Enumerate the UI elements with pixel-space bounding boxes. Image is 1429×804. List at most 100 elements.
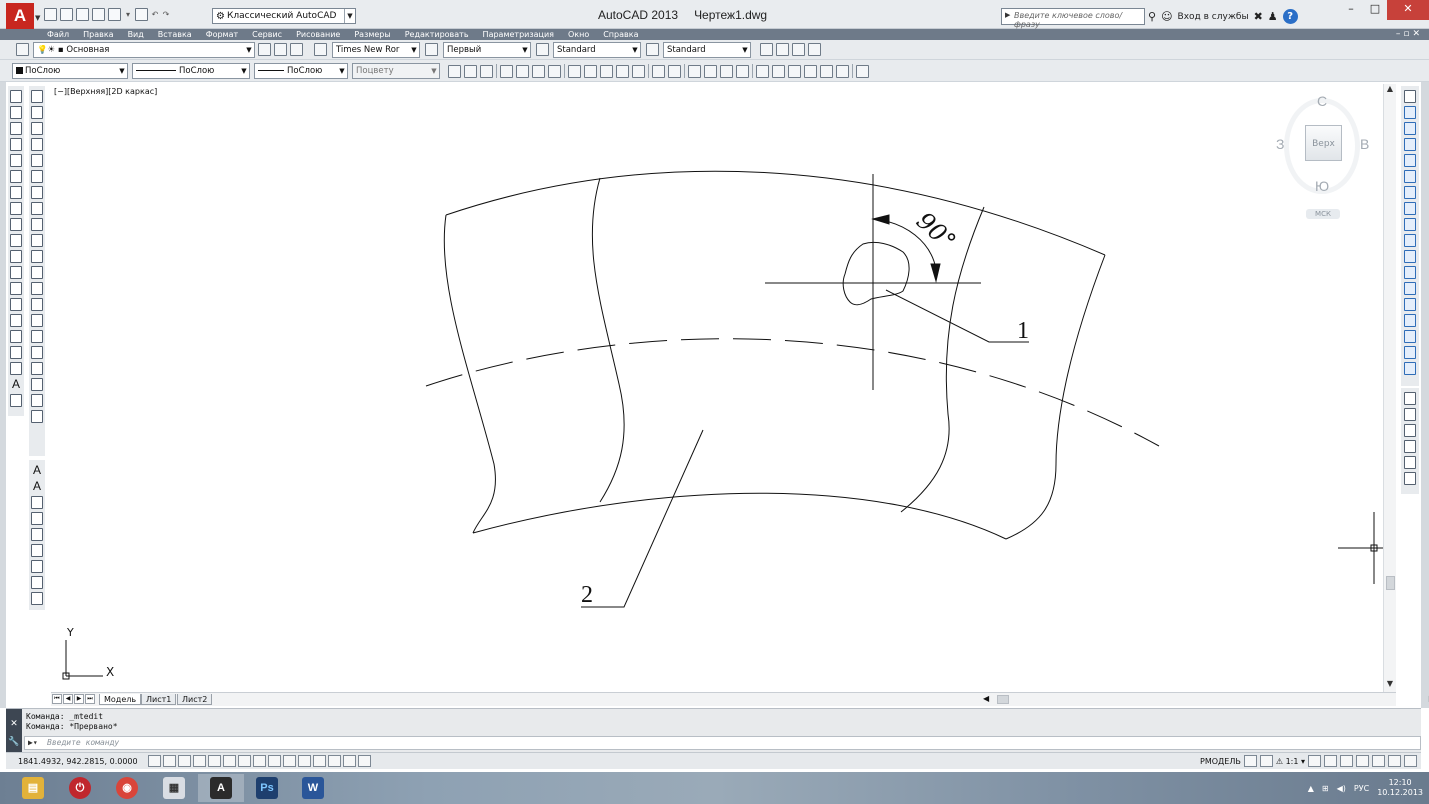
chevron-down-icon[interactable]: ▼ [239, 67, 249, 75]
volume-icon[interactable]: ◀) [1337, 784, 1346, 793]
stretch-icon[interactable] [1404, 218, 1416, 231]
menu-dimension[interactable]: Размеры [354, 29, 390, 40]
menu-format[interactable]: Формат [206, 29, 238, 40]
next-tab-icon[interactable]: ▶ [74, 694, 84, 704]
dimension-break-icon[interactable] [31, 282, 43, 295]
close-button[interactable]: ✕ [1387, 0, 1429, 20]
show-hidden-icons[interactable]: ▲ [1308, 784, 1314, 793]
construction-line-icon[interactable] [10, 106, 22, 119]
blend-curves-icon[interactable] [1404, 346, 1416, 359]
exchange-icon[interactable]: ✖ [1254, 10, 1263, 23]
menu-draw[interactable]: Рисование [296, 29, 340, 40]
multiline-text-icon[interactable]: A [9, 378, 23, 391]
drawing-svg[interactable]: 90° 1 2 Y X [51, 84, 1396, 692]
continue-icon[interactable] [31, 250, 43, 263]
pan-icon[interactable] [688, 64, 701, 78]
add-leader-icon[interactable] [776, 43, 789, 56]
spline-icon[interactable] [10, 218, 22, 231]
binoculars-icon[interactable]: ⚲ [1148, 10, 1156, 23]
transparency-icon[interactable] [313, 755, 326, 767]
quick-view-layouts-icon[interactable] [1243, 755, 1257, 767]
single-line-text-icon[interactable]: A [30, 480, 44, 493]
ordinate-icon[interactable] [31, 138, 43, 151]
multileader-icon[interactable] [760, 43, 773, 56]
publish-icon[interactable] [532, 64, 545, 78]
prev-tab-icon[interactable]: ◀ [63, 694, 73, 704]
application-menu-button[interactable]: A [6, 3, 34, 29]
annotation-monitor-icon[interactable] [358, 755, 371, 767]
tab-model[interactable]: Модель [99, 694, 142, 705]
angular-icon[interactable] [31, 202, 43, 215]
menu-help[interactable]: Справка [603, 29, 638, 40]
text-style-icon[interactable] [31, 544, 43, 557]
grid-icon[interactable] [178, 755, 191, 767]
text-to-front-icon[interactable] [1404, 456, 1416, 469]
open-icon[interactable] [60, 8, 73, 21]
new-icon[interactable] [448, 64, 461, 78]
design-center-icon[interactable] [772, 64, 785, 78]
tab-layout1[interactable]: Лист1 [141, 694, 177, 705]
dim-style-icon[interactable] [425, 43, 438, 56]
workspace-select[interactable]: ⚙ Классический AutoCAD ▼ [212, 8, 356, 24]
taskbar-autocad[interactable]: A [198, 774, 244, 802]
quick-view-drawings-icon[interactable] [1259, 755, 1273, 767]
scroll-left-icon[interactable]: ◀ [983, 694, 989, 703]
fillet-icon[interactable] [1404, 330, 1416, 343]
clock[interactable]: 12:10 10.12.2013 [1377, 778, 1423, 798]
send-under-icon[interactable] [1404, 440, 1416, 453]
taskbar-chrome[interactable]: ◉ [104, 774, 150, 802]
auto-scale-icon[interactable] [1324, 755, 1337, 767]
center-mark-icon[interactable] [31, 314, 43, 327]
compass-east[interactable]: В [1360, 136, 1369, 152]
gradient-icon[interactable] [10, 330, 22, 343]
menu-file[interactable]: Файл [47, 29, 69, 40]
scroll-thumb[interactable] [997, 695, 1009, 704]
snap-icon[interactable] [163, 755, 176, 767]
dimension-edit-icon[interactable] [31, 362, 43, 375]
taskbar-power[interactable]: ⏻ [57, 774, 103, 802]
selection-cycling-icon[interactable] [343, 755, 356, 767]
last-tab-icon[interactable]: ⏭ [85, 694, 95, 704]
break-icon[interactable] [1404, 282, 1416, 295]
vertical-scrollbar[interactable]: ▲ ▼ [1383, 84, 1396, 692]
dimension-style-select[interactable]: Первый ▼ [443, 42, 531, 58]
insert-block-icon[interactable] [10, 266, 22, 279]
quickcalc-icon[interactable] [836, 64, 849, 78]
linetype-select[interactable]: ПоСлою ▼ [132, 63, 250, 79]
table-style-select[interactable]: Standard ▼ [553, 42, 641, 58]
undo-icon[interactable]: ↶ [151, 8, 159, 21]
network-icon[interactable]: ⊞ [1322, 784, 1329, 793]
save-as-icon[interactable] [92, 8, 105, 21]
dimension-space-icon[interactable] [31, 266, 43, 279]
plotstyle-select[interactable]: Поцвету ▼ [352, 63, 440, 79]
trim-icon[interactable] [1404, 234, 1416, 247]
layer-select[interactable]: 💡☀ ▪ Основная ▼ [33, 42, 255, 58]
save-icon[interactable] [76, 8, 89, 21]
match-properties-icon[interactable] [616, 64, 629, 78]
3d-osnap-icon[interactable] [238, 755, 251, 767]
extend-icon[interactable] [1404, 250, 1416, 263]
multileader-style-select[interactable]: Standard ▼ [663, 42, 751, 58]
first-tab-icon[interactable]: ⏮ [52, 694, 62, 704]
tolerance-icon[interactable] [31, 298, 43, 311]
convert-space-icon[interactable] [31, 592, 43, 605]
layer-state-icon[interactable] [290, 43, 303, 56]
copy-object-icon[interactable] [1404, 106, 1416, 119]
help-icon[interactable] [856, 64, 869, 78]
point-icon[interactable] [10, 298, 22, 311]
compass-west[interactable]: З [1276, 136, 1284, 152]
lineweight-select[interactable]: ПоСлою ▼ [254, 63, 348, 79]
language-indicator[interactable]: РУС [1354, 784, 1369, 793]
chevron-down-icon[interactable]: ▼ [35, 14, 40, 22]
viewcube-top-face[interactable]: Верх [1305, 125, 1342, 161]
diameter-icon[interactable] [31, 186, 43, 199]
ellipse-arc-icon[interactable] [10, 250, 22, 263]
cut-icon[interactable] [568, 64, 581, 78]
menu-view[interactable]: Вид [128, 29, 144, 40]
quick-properties-icon[interactable] [328, 755, 341, 767]
compass-south[interactable]: Ю [1315, 178, 1329, 194]
new-icon[interactable] [44, 8, 57, 21]
polygon-icon[interactable] [10, 138, 22, 151]
menu-insert[interactable]: Вставка [158, 29, 192, 40]
document-window-controls[interactable]: –▫✕ [1396, 29, 1423, 40]
